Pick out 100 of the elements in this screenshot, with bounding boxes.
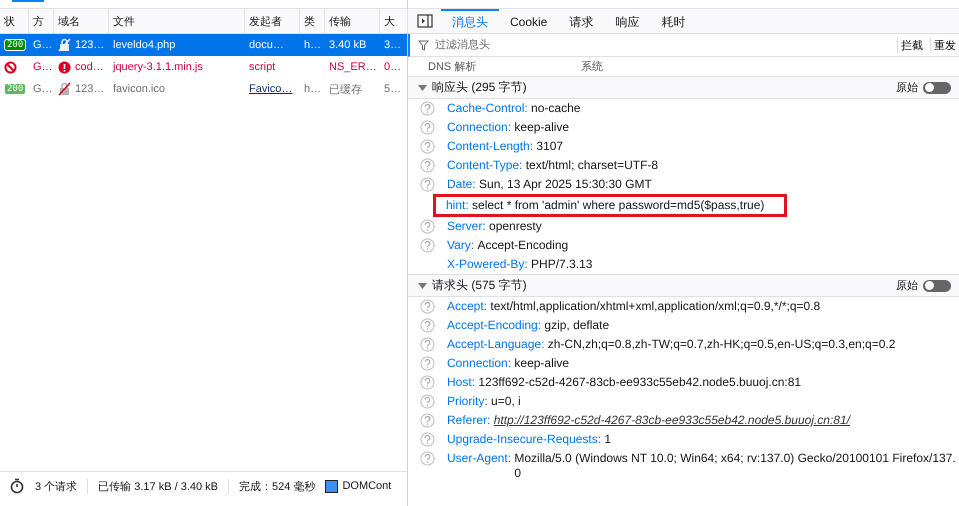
tab[interactable]: 请求 xyxy=(558,9,604,33)
help-icon[interactable] xyxy=(420,337,435,352)
error-icon xyxy=(58,60,71,74)
help-icon[interactable] xyxy=(420,394,435,409)
initiator-text: script xyxy=(249,61,276,73)
header-value: select * from 'admin' where password=md5($pass,true) xyxy=(472,198,764,213)
header-name: Server: xyxy=(447,219,486,234)
header-name: Accept-Encoding: xyxy=(447,318,542,333)
header-value: 3107 xyxy=(536,139,564,154)
domcontent-label: DOMCont xyxy=(342,480,392,492)
request-row[interactable]: 200 G… 123… leveldo4.php docu… h… 3.40 kB 3… xyxy=(0,34,407,56)
domcontent-swatch xyxy=(325,480,338,492)
help-icon[interactable] xyxy=(420,120,435,135)
header-name: Priority: xyxy=(447,394,488,409)
column-header[interactable]: 发起者 xyxy=(245,9,300,33)
help-icon[interactable] xyxy=(420,177,435,192)
method-text: G… xyxy=(33,39,53,51)
help-icon[interactable] xyxy=(420,318,435,333)
column-header[interactable]: 传输 xyxy=(325,9,380,33)
header-value: zh-CN,zh;q=0.8,zh-TW;q=0.7,zh-HK;q=0.5,en-US;q=0.3,en;q=0.2 xyxy=(548,337,896,352)
domain-text: 123… xyxy=(75,83,104,95)
header-name: Accept: xyxy=(447,299,488,314)
section-header[interactable]: 请求头 (575 字节) 原始 xyxy=(408,274,959,297)
help-icon[interactable] xyxy=(420,299,435,314)
filter-icon xyxy=(418,40,429,50)
raw-label: 原始 xyxy=(896,81,918,95)
column-header[interactable]: 域名 xyxy=(54,9,109,33)
column-header[interactable]: 类 xyxy=(300,9,325,33)
status-badge: 200 xyxy=(4,83,26,95)
stopwatch-icon[interactable] xyxy=(9,478,25,494)
disclosure-triangle-icon[interactable] xyxy=(418,282,427,288)
domain-text: 123… xyxy=(75,39,104,51)
header-value: 1 xyxy=(604,432,612,447)
help-icon[interactable] xyxy=(420,101,435,116)
size-text: 3… xyxy=(384,39,402,51)
tab[interactable]: Cookie xyxy=(499,9,558,33)
header-name: Connection: xyxy=(447,356,512,371)
help-icon[interactable] xyxy=(420,158,435,173)
header-value: u=0, i xyxy=(491,394,521,409)
raw-toggle[interactable] xyxy=(923,82,951,94)
header-name: Content-Length: xyxy=(447,139,534,154)
method-text: G… xyxy=(33,83,53,95)
section-title: 响应头 (295 字节) xyxy=(432,79,528,96)
raw-label: 原始 xyxy=(896,279,918,293)
header-value: text/html,application/xhtml+xml,application/xml;q=0.9,*/*;q=0.8 xyxy=(490,299,820,314)
blocked-icon xyxy=(4,60,17,74)
size-text: 5… xyxy=(384,83,402,95)
method-text: G… xyxy=(33,61,53,73)
transferred-text: 3.40 kB xyxy=(329,39,366,51)
request-row[interactable]: G… cod… jquery-3.1.1.min.js script NS_ER… 0… xyxy=(0,56,407,78)
header-value: text/html; charset=UTF-8 xyxy=(526,158,658,173)
help-icon[interactable] xyxy=(420,413,435,428)
help-icon[interactable] xyxy=(420,356,435,371)
tab[interactable]: 耗时 xyxy=(650,9,696,33)
header-name: X-Powered-By: xyxy=(447,257,528,272)
initiator-link[interactable]: Favico… xyxy=(249,83,292,95)
header-value: Mozilla/5.0 (Windows NT 10.0; Win64; x64; rv:137.0) Gecko/20100101 Firefox/137.0 xyxy=(514,451,957,481)
raw-toggle[interactable] xyxy=(923,280,951,292)
request-count: 3 个请求 xyxy=(35,480,78,494)
initiator-text: docu… xyxy=(249,39,284,51)
header-value: Sun, 13 Apr 2025 15:30:30 GMT xyxy=(479,177,652,192)
help-icon[interactable] xyxy=(420,238,435,253)
tab-indicator xyxy=(12,0,44,2)
transferred-summary: 已传输 3.17 kB / 3.40 kB xyxy=(87,478,218,494)
crossed-lock-icon xyxy=(58,38,71,52)
header-name: Upgrade-Insecure-Requests: xyxy=(447,432,602,447)
header-value: Accept-Encoding xyxy=(477,238,568,253)
disclosure-triangle-icon[interactable] xyxy=(418,84,427,90)
header-name: Host: xyxy=(447,375,476,390)
header-value: 123ff692-c52d-4267-83cb-ee933c55eb42.node5.buuoj.cn:81 xyxy=(478,375,802,390)
header-name: Vary: xyxy=(447,238,474,253)
header-value: no-cache xyxy=(531,101,580,116)
help-icon[interactable] xyxy=(420,432,435,447)
header-link[interactable]: http://123ff692-c52d-4267-83cb-ee933c55eb42.node5.buuoj.cn:81/ xyxy=(494,413,850,428)
header-value: keep-alive xyxy=(514,356,570,371)
tab[interactable]: 响应 xyxy=(604,9,650,33)
type-text: h… xyxy=(304,39,322,51)
header-name: Accept-Language: xyxy=(447,337,544,352)
column-header[interactable]: 方 xyxy=(29,9,54,33)
summary-value: 系统 xyxy=(581,60,603,74)
header-value: openresty xyxy=(489,219,542,234)
header-name: hint: xyxy=(446,198,469,213)
sidebar-toggle-icon[interactable] xyxy=(417,14,433,28)
header-name: Date: xyxy=(447,177,476,192)
request-row[interactable]: 200 G… 123… favicon.ico Favico… h… 已缓存 5… xyxy=(0,78,407,100)
section-header[interactable]: 响应头 (295 字节) 原始 xyxy=(408,76,959,99)
tab[interactable]: 消息头 xyxy=(441,9,499,33)
action-button[interactable]: 重发 xyxy=(930,38,959,52)
type-text: h… xyxy=(304,83,322,95)
help-icon[interactable] xyxy=(420,139,435,154)
filter-field[interactable]: 过滤消息头 xyxy=(433,38,893,52)
help-icon[interactable] xyxy=(420,375,435,390)
crossed-lock-icon xyxy=(58,82,71,96)
help-icon[interactable] xyxy=(420,219,435,234)
column-header[interactable]: 文件 xyxy=(109,9,245,33)
size-text: 0… xyxy=(384,61,402,73)
file-name: jquery-3.1.1.min.js xyxy=(113,61,203,73)
column-header[interactable]: 状 xyxy=(0,9,29,33)
help-icon[interactable] xyxy=(420,451,435,466)
action-button[interactable]: 拦截 xyxy=(897,38,926,52)
